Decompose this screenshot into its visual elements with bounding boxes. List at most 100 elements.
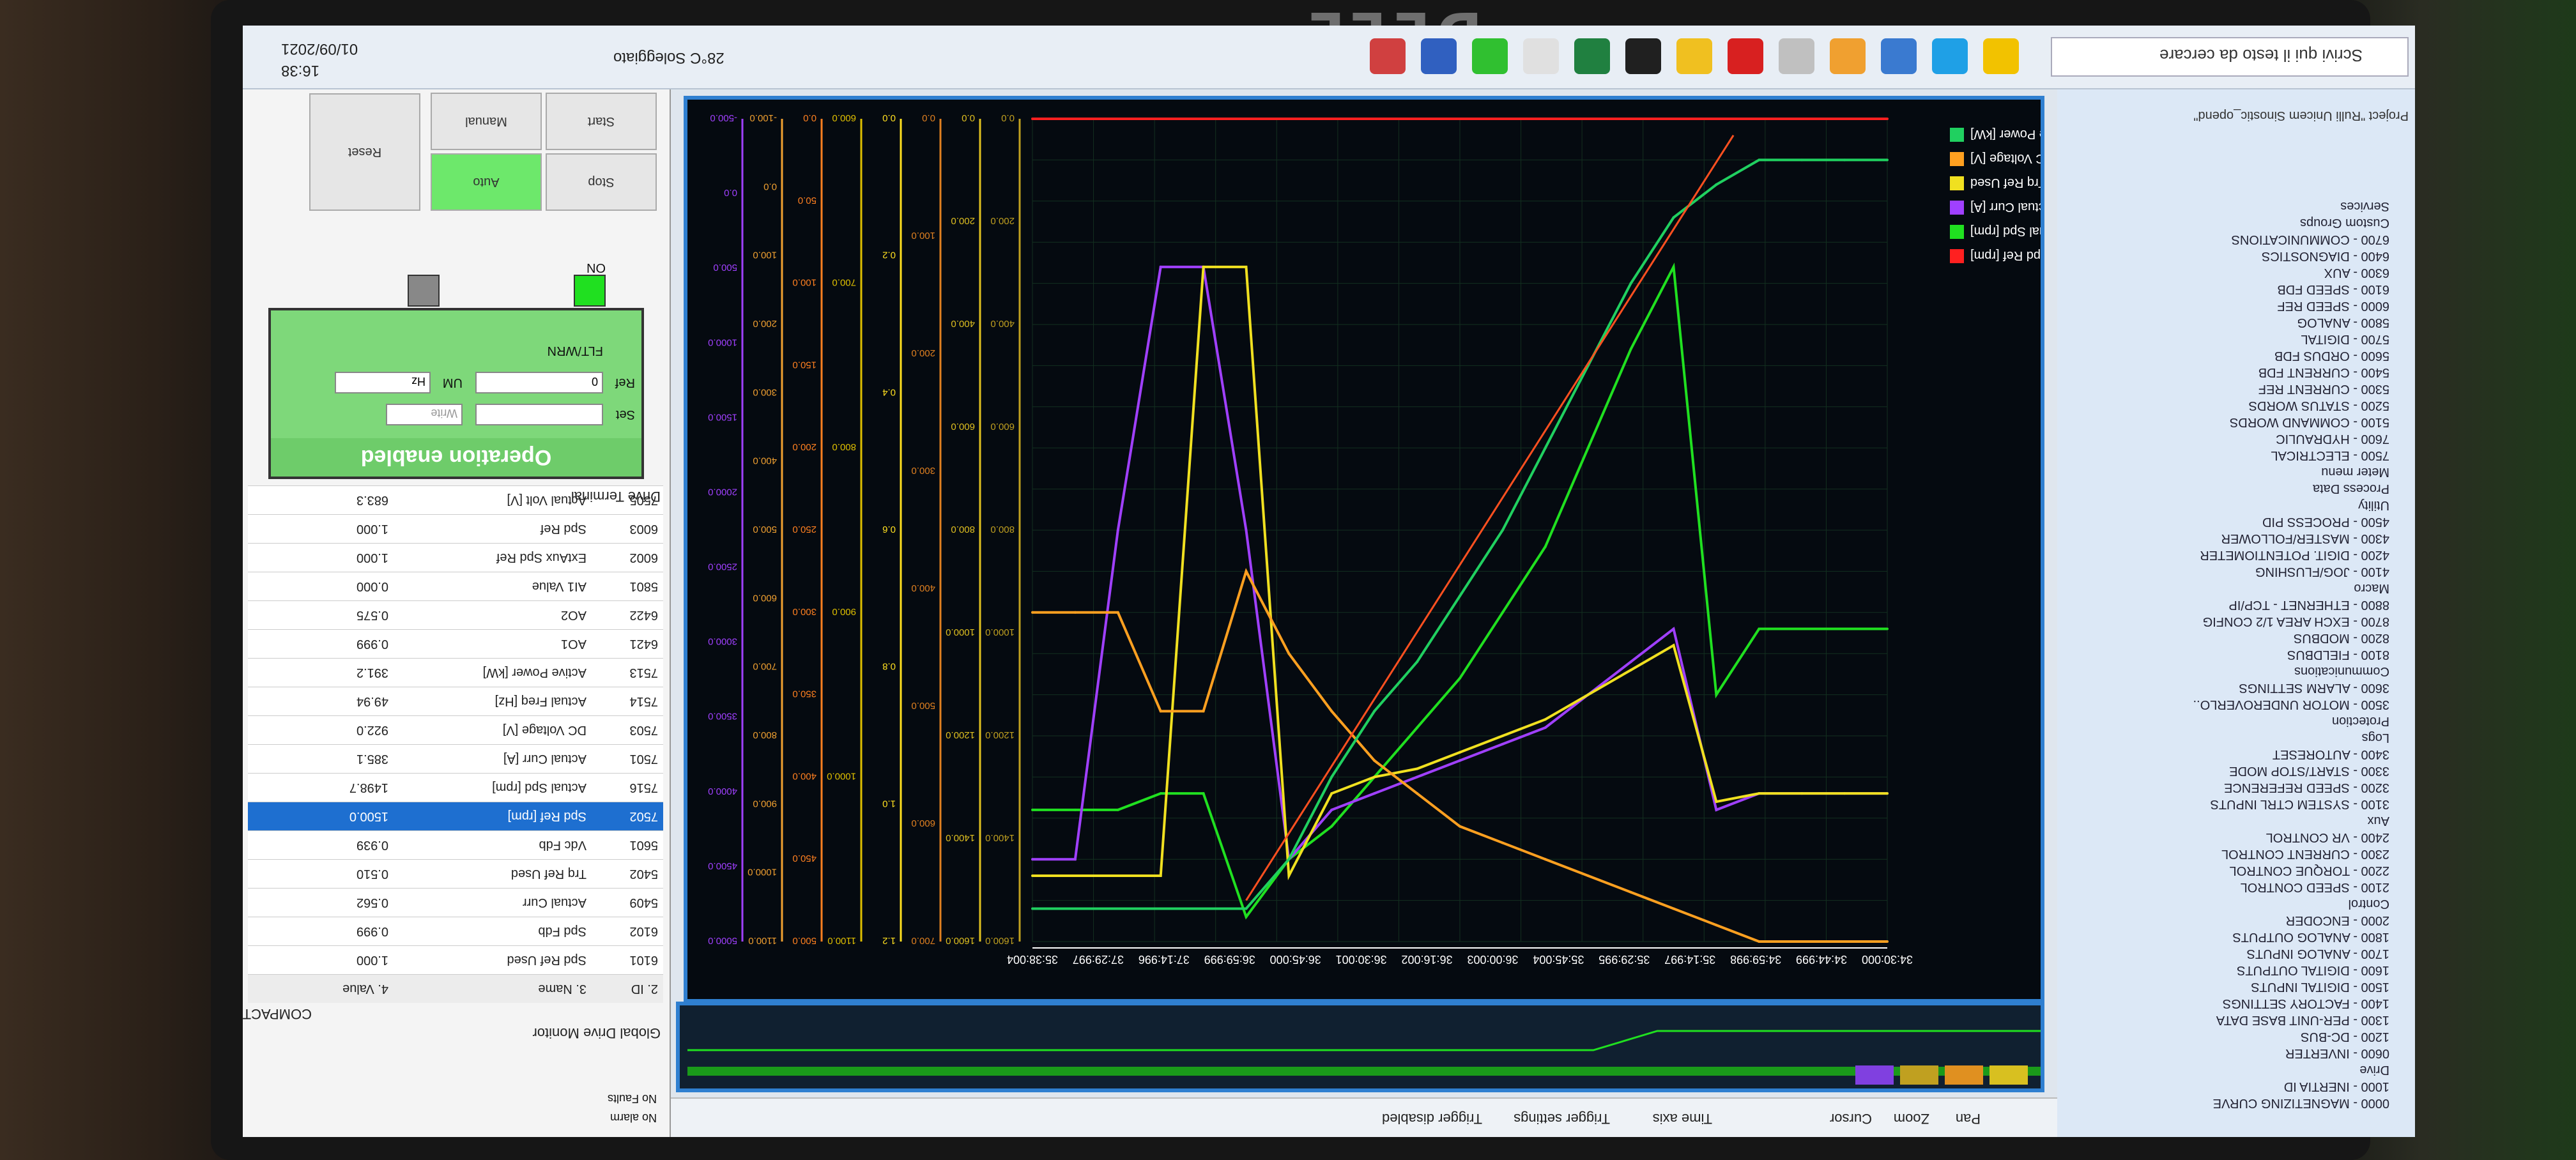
scope-plot[interactable]: 35:38:004 37:29:997 37:14:996 36:59:999 36:4… xyxy=(684,96,2074,1003)
tree-item[interactable]: 6100 - SPEED FDB xyxy=(2193,281,2389,298)
clock-date[interactable]: 01/09/2021 xyxy=(281,40,358,57)
tree-item[interactable]: 2000 - ENCODER xyxy=(2193,912,2389,929)
tree-item[interactable]: 2400 - VR CONTROL xyxy=(2193,829,2389,846)
tree-item[interactable]: 1300 - PER-UNIT BASE DATA xyxy=(2193,1012,2389,1028)
cursor-button[interactable]: Cursor xyxy=(1830,1110,1872,1127)
weather[interactable]: 28°C Soleggiato xyxy=(613,49,724,66)
monitor-row[interactable]: 6002 ExtAux Spd Ref 1.000 xyxy=(248,543,663,572)
monitor-row[interactable]: 7503 DC Voltage [V] 922.0 xyxy=(248,715,663,744)
taskbar-icon-misc[interactable] xyxy=(1370,38,1406,74)
monitor-row[interactable]: 7502 Spd Ref [rpm] 1500.0 xyxy=(248,802,663,830)
taskbar-icon-edge[interactable] xyxy=(1983,38,2019,74)
set-field[interactable] xyxy=(475,404,603,425)
tree-item[interactable]: 3200 - SPEED REFERENCE xyxy=(2193,779,2389,796)
tree-item[interactable]: 7600 - HYDRAULIC xyxy=(2193,431,2389,447)
um-field[interactable]: Hz xyxy=(335,372,431,393)
tree-item[interactable]: 4500 - PROCESS PID xyxy=(2193,514,2389,530)
start-button[interactable]: Start xyxy=(546,93,657,150)
auto-button[interactable]: Auto xyxy=(431,153,542,211)
tree-item[interactable]: 0600 - INVERTER xyxy=(2193,1045,2389,1062)
taskbar-icon-network[interactable] xyxy=(1421,38,1457,74)
taskbar-icon-terminal[interactable] xyxy=(1625,38,1661,74)
tree-item[interactable]: 6400 - DIAGNOSTICS xyxy=(2193,248,2389,264)
tree-item[interactable]: 5200 - STATUS WORDS xyxy=(2193,397,2389,414)
tree-item[interactable]: 2300 - CURRENT CONTROL xyxy=(2193,846,2389,862)
monitor-mode[interactable]: COMPACT xyxy=(243,1005,312,1022)
monitor-row[interactable]: 5601 Vdc Fdb 0.939 xyxy=(248,830,663,859)
tree-item[interactable]: 8200 - MODBUS xyxy=(2193,630,2389,646)
tree-item[interactable]: 4300 - MASTER/FOLLOWER xyxy=(2193,530,2389,547)
clock-time[interactable]: 16:38 xyxy=(281,61,319,79)
monitor-row[interactable]: 7513 Active Power [kW] 391.2 xyxy=(248,658,663,687)
reset-button[interactable]: Reset xyxy=(309,93,420,211)
tree-item[interactable]: Meter menu xyxy=(2193,464,2389,480)
tree-item[interactable]: 1400 - FACTORY SETTINGS xyxy=(2193,995,2389,1012)
monitor-row[interactable]: 6102 Spd Fdb 0.999 xyxy=(248,917,663,945)
monitor-row[interactable]: 6422 AO2 0.575 xyxy=(248,600,663,629)
taskbar-icon-mail[interactable] xyxy=(1881,38,1917,74)
taskbar-icon-app2[interactable] xyxy=(1779,38,1814,74)
tree-item[interactable]: 1600 - DIGITAL OUTPUTS xyxy=(2193,962,2389,979)
tree-item[interactable]: Custom Groups xyxy=(2193,215,2389,231)
monitor-row[interactable]: 6421 AO1 0.999 xyxy=(248,629,663,658)
zoom-button[interactable]: Zoom xyxy=(1894,1110,1929,1127)
tree-item[interactable]: 1500 - DIGITAL INPUTS xyxy=(2193,979,2389,995)
tree-item[interactable]: 5100 - COMMAND WORDS xyxy=(2193,414,2389,431)
write-button[interactable]: Write xyxy=(386,404,463,425)
monitor-row[interactable]: 5409 Actual Curr 0.562 xyxy=(248,888,663,917)
tree-item[interactable]: 3500 - MOTOR UNDEROVERLO.. xyxy=(2193,696,2389,713)
pan-button[interactable]: Pan xyxy=(1956,1110,1981,1127)
tree-item[interactable]: 6700 - COMMUNICATIONS xyxy=(2193,231,2389,248)
tree-item[interactable]: Logs xyxy=(2193,729,2389,746)
taskbar-icon-excel[interactable] xyxy=(1574,38,1610,74)
tree-item[interactable]: 5700 - DIGITAL xyxy=(2193,331,2389,347)
tree-item[interactable]: 1200 - DC-BUS xyxy=(2193,1028,2389,1045)
taskbar-search[interactable]: Scrivi qui il testo da cercare xyxy=(2051,37,2409,77)
tree-item[interactable]: Macro xyxy=(2193,580,2389,597)
tree-item[interactable]: 1700 - ANALOG INPUTS xyxy=(2193,945,2389,962)
taskbar-icon-folder[interactable] xyxy=(1676,38,1712,74)
tree-item[interactable]: 8800 - ETHERNET - TCP/IP xyxy=(2193,597,2389,613)
tree-item[interactable]: 6000 - SPEED REF xyxy=(2193,298,2389,314)
tree-item[interactable]: 3300 - START/STOP MODE xyxy=(2193,763,2389,779)
tree-item[interactable]: 7500 - ELECTRICAL xyxy=(2193,447,2389,464)
taskbar-icon-calc[interactable] xyxy=(1523,38,1559,74)
tree-item[interactable]: 4100 - JOG/FLUSHING xyxy=(2193,563,2389,580)
ref-field[interactable]: 0 xyxy=(475,372,603,393)
tree-item[interactable]: Process Data xyxy=(2193,480,2389,497)
tree-item[interactable]: 1800 - ANALOG OUTPUTS xyxy=(2193,929,2389,945)
tree-item[interactable]: 8100 - FIELDBUS xyxy=(2193,646,2389,663)
overview-strip[interactable] xyxy=(676,1002,2044,1092)
taskbar-icon-app[interactable] xyxy=(1830,38,1866,74)
monitor-row[interactable]: 6101 Spd Ref Used 1.000 xyxy=(248,945,663,974)
monitor-row[interactable]: 7516 Actual Spd [rpm] 1498.7 xyxy=(248,773,663,802)
tree-item[interactable]: 3100 - SYSTEM CTRL INPUTS xyxy=(2193,796,2389,813)
tree-item[interactable]: 1000 - INERTIA ID xyxy=(2193,1078,2389,1095)
tree-item[interactable]: 0000 - MAGNETIZING CURVE xyxy=(2193,1095,2389,1111)
tree-item[interactable]: 5300 - CURRENT REF xyxy=(2193,381,2389,397)
tree-item[interactable]: 3600 - ALARM SETTINGS xyxy=(2193,680,2389,696)
monitor-row[interactable]: 5402 Trq Ref Used 0.510 xyxy=(248,859,663,888)
monitor-row[interactable]: 6003 Spd Ref 1.000 xyxy=(248,514,663,543)
taskbar-icon-explorer[interactable] xyxy=(1932,38,1968,74)
manual-button[interactable]: Manual xyxy=(431,93,542,150)
tree-item[interactable]: 8700 - EXCH AREA 1/2 CONFIG xyxy=(2193,613,2389,630)
tree-item[interactable]: Aux xyxy=(2193,813,2389,829)
tree-item[interactable]: 4200 - DIGIT. POTENTIOMETER xyxy=(2193,547,2389,563)
tree-item[interactable]: Utility xyxy=(2193,497,2389,514)
trigger-settings-button[interactable]: Trigger settings xyxy=(1514,1110,1610,1127)
taskbar-icon-acrobat[interactable] xyxy=(1728,38,1763,74)
time-axis-button[interactable]: Time axis xyxy=(1653,1110,1712,1127)
monitor-row[interactable]: 7514 Actual Freq [Hz] 49.94 xyxy=(248,687,663,715)
tree-item[interactable]: 2200 - TORQUE CONTROL xyxy=(2193,862,2389,879)
tree-item[interactable]: 2100 - SPEED CONTROL xyxy=(2193,879,2389,896)
tree-item[interactable]: Communications xyxy=(2193,663,2389,680)
tree-item[interactable]: 3400 - AUTORESET xyxy=(2193,746,2389,763)
monitor-row[interactable]: 5801 AI1 Value 0.000 xyxy=(248,572,663,600)
tree-item[interactable]: 5600 - ORDUS FDB xyxy=(2193,347,2389,364)
taskbar-icon-drive-tool[interactable] xyxy=(1472,38,1508,74)
tree-item[interactable]: 5800 - ANALOG xyxy=(2193,314,2389,331)
tree-item[interactable]: Protection xyxy=(2193,713,2389,729)
tree-item[interactable]: Services xyxy=(2193,198,2389,215)
tree-item[interactable]: 5400 - CURRENT FDB xyxy=(2193,364,2389,381)
